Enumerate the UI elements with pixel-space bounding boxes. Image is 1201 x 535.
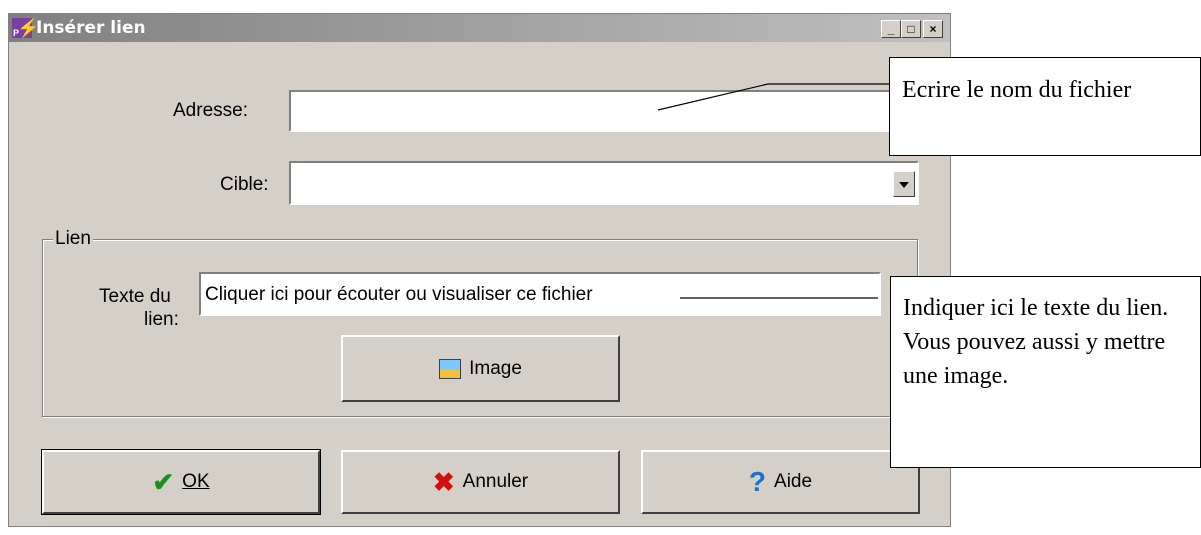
callout-link-text: Indiquer ici le texte du lien. Vous pouv… [890, 276, 1201, 468]
callout-filename: Ecrire le nom du fichier [889, 57, 1201, 156]
callout-1-leader [657, 83, 769, 111]
